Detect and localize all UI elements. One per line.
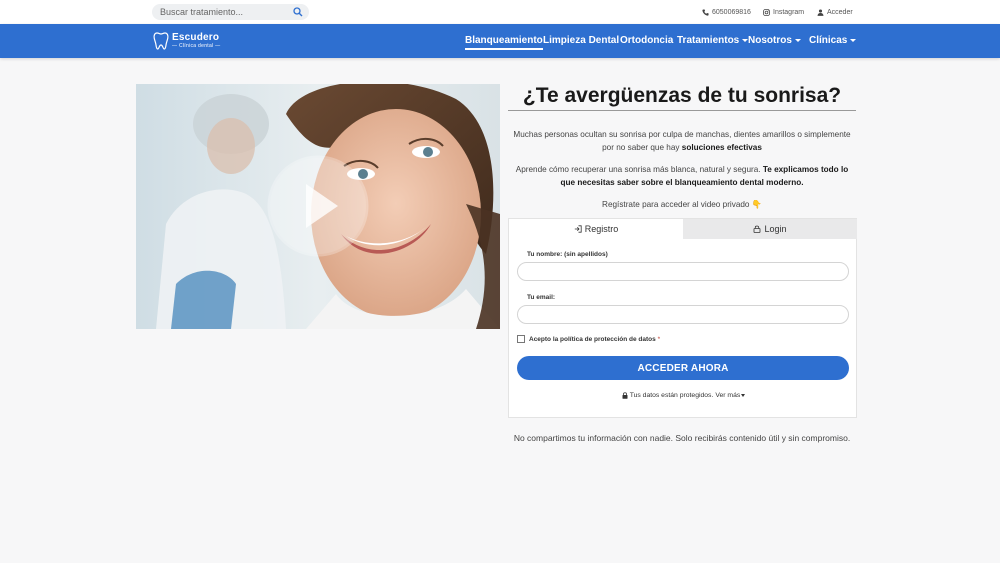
explain-paragraph: Aprende cómo recuperar una sonrisa más b…	[508, 163, 856, 189]
title-divider	[508, 110, 856, 111]
tab-registro[interactable]: Registro	[509, 219, 683, 239]
nav-item-limpieza-dental[interactable]: Limpieza Dental	[543, 35, 619, 46]
nav-item-clinicas-label: Clínicas	[809, 35, 848, 46]
search-icon[interactable]	[293, 7, 303, 17]
nav-item-nosotros-label: Nosotros	[748, 35, 792, 46]
tab-login[interactable]: Login	[683, 219, 857, 239]
nav-item-ortodoncia[interactable]: Ortodoncia	[620, 35, 673, 46]
name-field[interactable]	[517, 262, 849, 281]
hero-image	[136, 84, 500, 329]
sign-in-icon	[574, 225, 582, 233]
nav-item-nosotros[interactable]: Nosotros	[748, 35, 801, 46]
nav-item-tratamientos-label: Tratamientos	[677, 35, 740, 46]
phone-icon	[702, 8, 709, 16]
intro-paragraph: Muchas personas ocultan su sonrisa por c…	[508, 128, 856, 154]
tab-login-label: Login	[764, 224, 787, 234]
brand-name: Escudero	[172, 32, 220, 43]
page-title: ¿Te avergüenzas de tu sonrisa?	[522, 84, 842, 107]
instagram-link[interactable]: Instagram	[763, 7, 804, 17]
main-navbar: Escudero — Clínica dental — Blanqueamien…	[0, 24, 1000, 58]
lock-icon	[622, 392, 628, 399]
submit-button[interactable]: ACCEDER AHORA	[517, 356, 849, 380]
nav-item-clinicas[interactable]: Clínicas	[809, 35, 857, 46]
privacy-more-toggle[interactable]: Ver más	[715, 392, 746, 399]
chevron-down-icon	[794, 38, 801, 42]
brand-subtitle: — Clínica dental —	[172, 43, 221, 49]
tab-registro-label: Registro	[584, 224, 619, 234]
top-utility-bar: 6050069816 Instagram Acceder	[0, 0, 1000, 24]
lock-open-icon	[754, 225, 761, 233]
explain-text: Aprende cómo recuperar una sonrisa más b…	[515, 165, 763, 174]
consent-text: Acepto la política de protección de dato…	[529, 336, 656, 343]
chevron-down-icon	[741, 394, 746, 397]
login-label: Acceder	[827, 8, 853, 16]
chevron-down-icon	[850, 38, 857, 42]
phone-number: 6050069816	[712, 8, 751, 16]
consent-label: Acepto la política de protección de dato…	[529, 336, 660, 343]
footnote: No compartimos tu información con nadie.…	[513, 433, 851, 443]
register-prompt: Regístrate para acceder al video privado…	[602, 200, 762, 209]
nav-item-tratamientos[interactable]: Tratamientos	[677, 35, 749, 46]
email-label: Tu email:	[527, 294, 556, 301]
required-marker: *	[657, 336, 661, 343]
nav-item-blanqueamiento[interactable]: Blanqueamiento	[465, 35, 543, 50]
login-link[interactable]: Acceder	[817, 7, 853, 17]
instagram-label: Instagram	[773, 8, 805, 16]
privacy-more-label: Ver más	[715, 392, 741, 399]
brand-logo[interactable]: Escudero — Clínica dental —	[153, 32, 220, 50]
tooth-logo-icon	[153, 32, 169, 50]
privacy-note: Tus datos están protegidos. Ver más	[509, 392, 858, 399]
user-icon	[817, 8, 824, 16]
search-box	[152, 4, 309, 20]
name-label: Tu nombre: (sin apellidos)	[527, 251, 608, 258]
registration-card: Registro Login Tu nombre: (sin apellidos…	[508, 218, 857, 418]
email-field[interactable]	[517, 305, 849, 324]
consent-checkbox[interactable]	[517, 335, 525, 343]
privacy-text: Tus datos están protegidos.	[629, 392, 714, 399]
instagram-icon	[763, 8, 770, 16]
intro-bold: soluciones efectivas	[681, 143, 762, 152]
phone-link[interactable]: 6050069816	[702, 7, 751, 17]
video-thumbnail[interactable]	[136, 84, 500, 329]
search-input[interactable]	[160, 5, 288, 19]
